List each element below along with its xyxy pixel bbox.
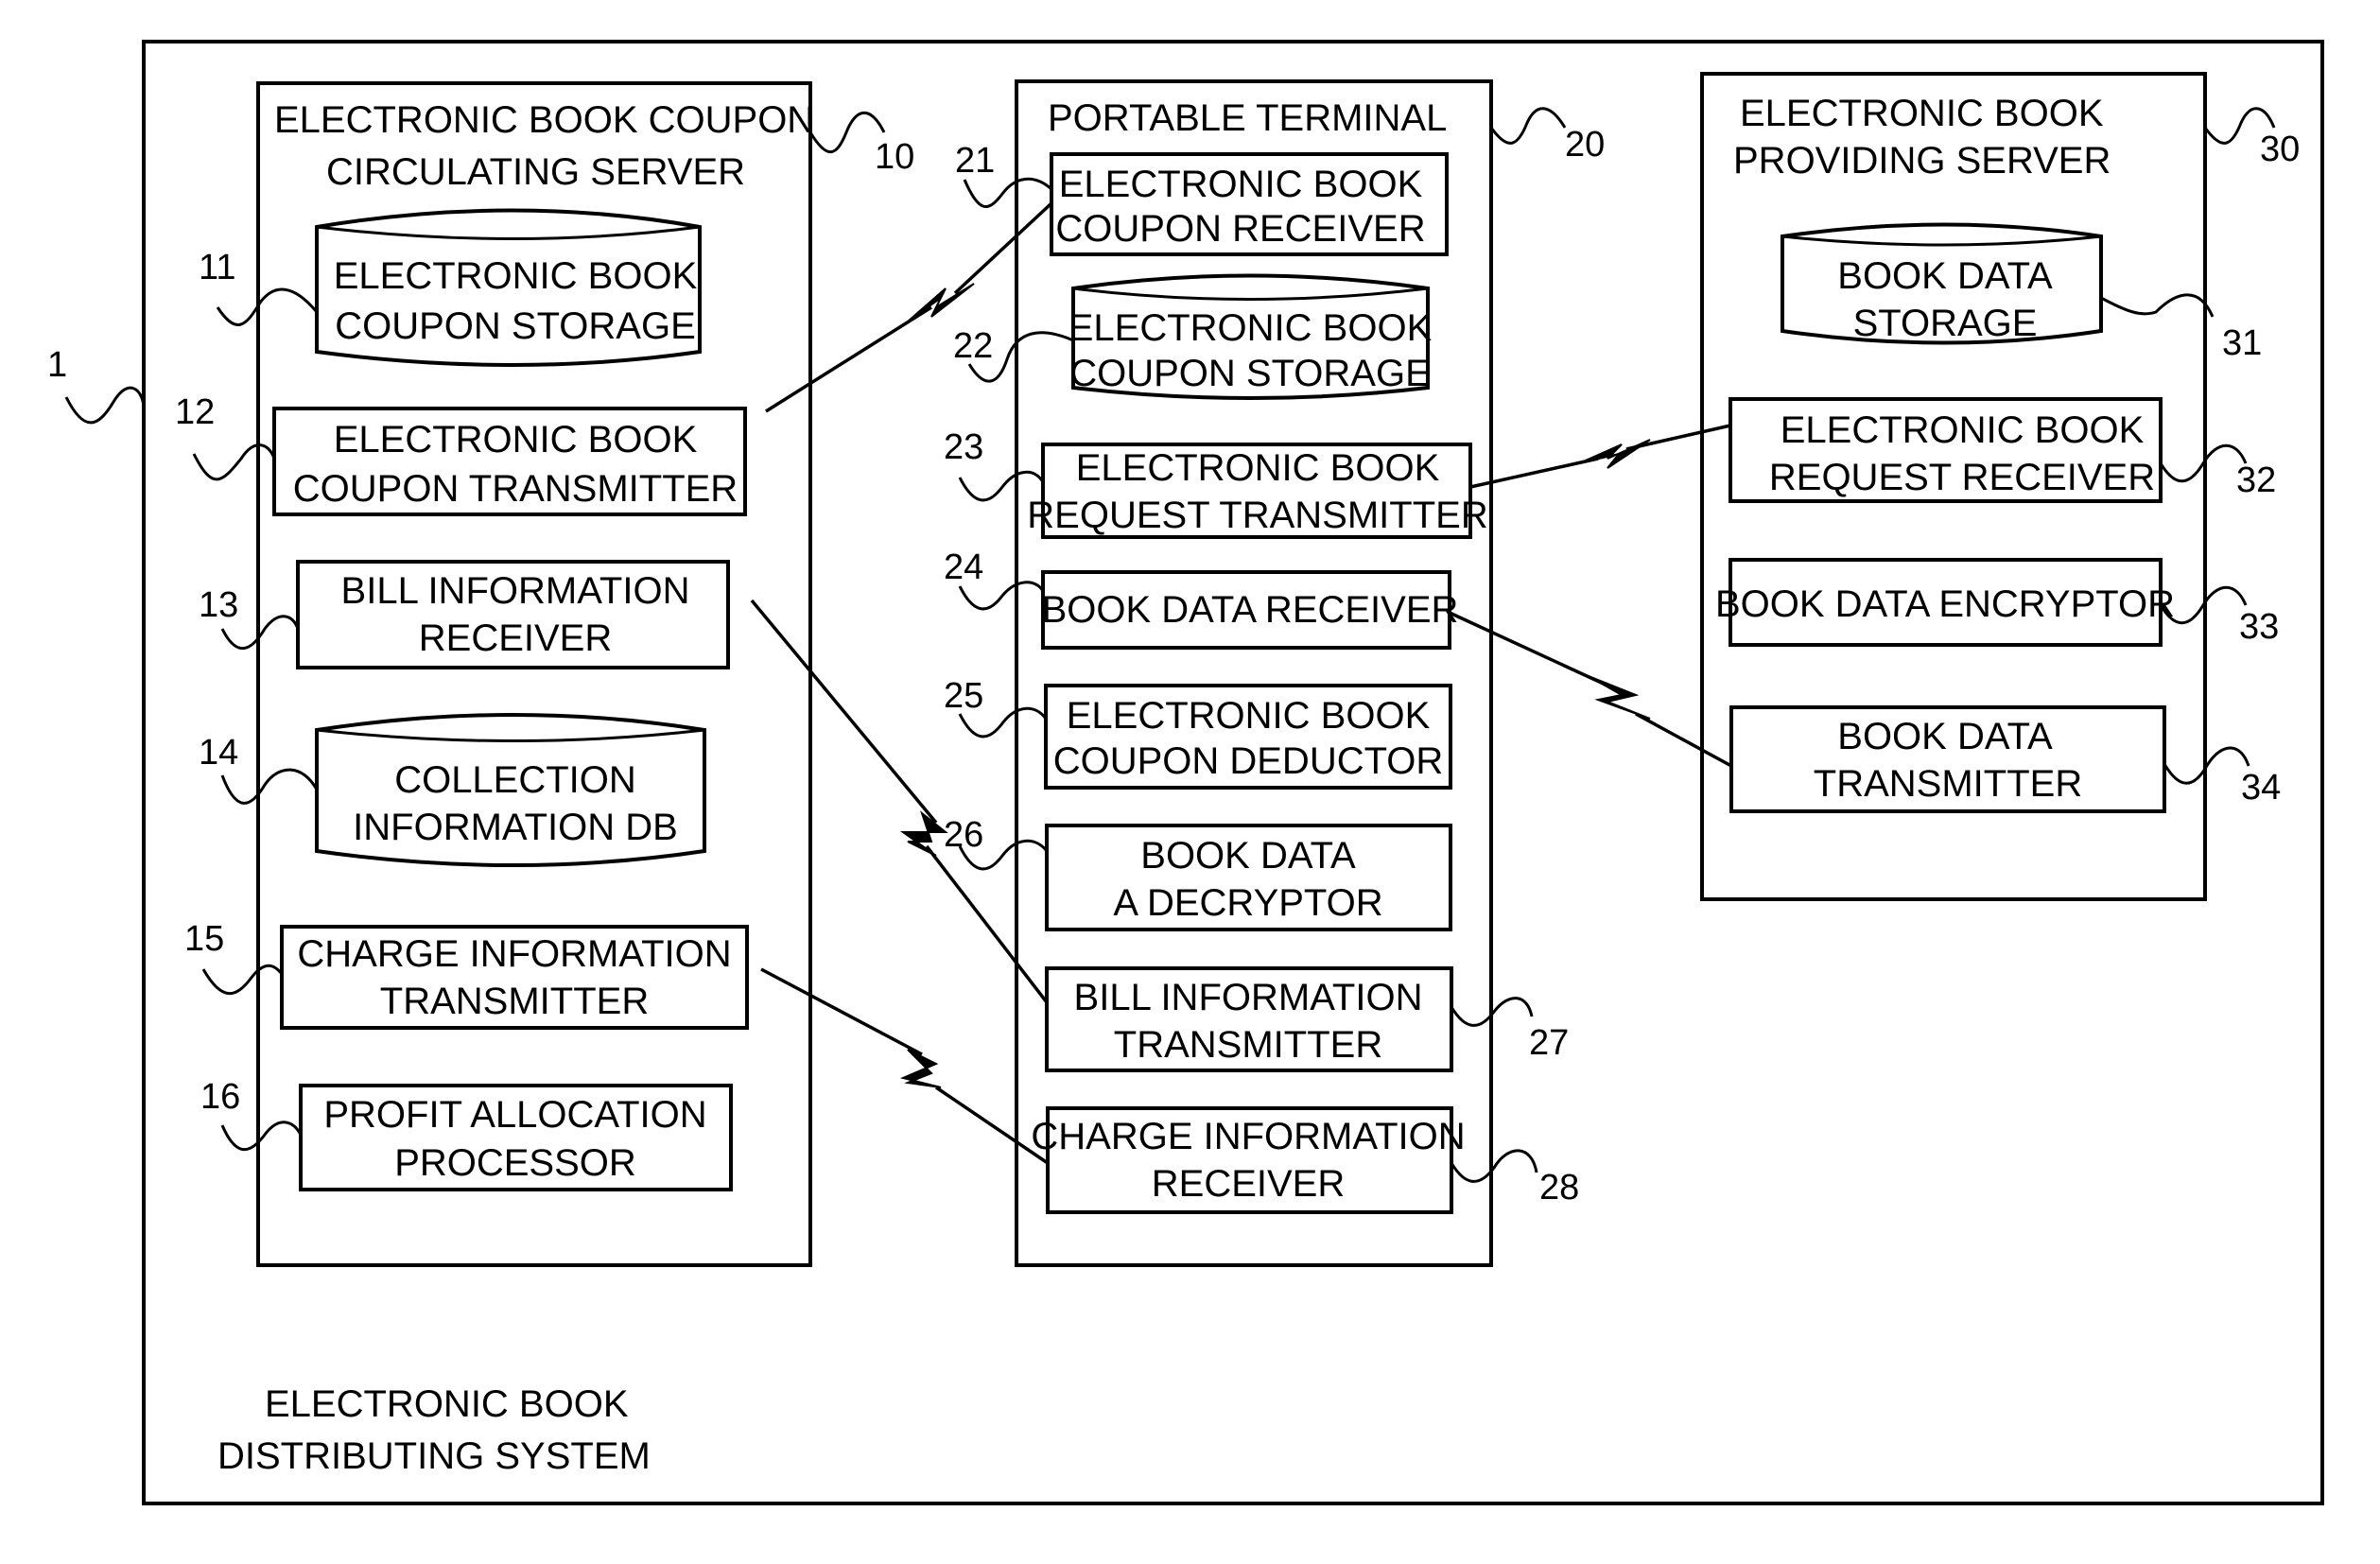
svg-text:CHARGE INFORMATION: CHARGE INFORMATION — [297, 933, 731, 975]
portable-terminal-title: PORTABLE TERMINAL — [1048, 97, 1447, 139]
ref-label-14: 14 — [199, 733, 238, 773]
wireless-link-23-32 — [1469, 424, 1731, 489]
block-27-bill-info-transmitter: BILL INFORMATION TRANSMITTER — [1045, 966, 1453, 1072]
block-25-coupon-deductor: ELECTRONIC BOOK COUPON DEDUCTOR — [1044, 684, 1452, 790]
svg-text:ELECTRONIC BOOK: ELECTRONIC BOOK — [1781, 409, 2145, 451]
ref-label-34: 34 — [2241, 768, 2281, 808]
ref-leader-1 — [64, 386, 146, 425]
storage-11-coupon-storage: ELECTRONIC BOOK COUPON STORAGE — [315, 208, 702, 367]
ref-label-27: 27 — [1529, 1023, 1569, 1063]
ref-label-33: 33 — [2239, 607, 2279, 647]
svg-text:TRANSMITTER: TRANSMITTER — [380, 981, 649, 1022]
storage-14-collection-db: COLLECTION INFORMATION DB — [315, 713, 706, 867]
block-12-coupon-transmitter: ELECTRONIC BOOK COUPON TRANSMITTER — [272, 407, 747, 516]
svg-text:REQUEST TRANSMITTER: REQUEST TRANSMITTER — [1027, 495, 1487, 536]
ref-label-12: 12 — [175, 392, 215, 432]
svg-text:INFORMATION DB: INFORMATION DB — [353, 807, 678, 848]
svg-text:RECEIVER: RECEIVER — [419, 617, 613, 659]
ref-label-30: 30 — [2260, 130, 2300, 169]
svg-text:REQUEST RECEIVER: REQUEST RECEIVER — [1769, 457, 2155, 498]
svg-text:ELECTRONIC BOOK: ELECTRONIC BOOK — [1059, 164, 1423, 205]
svg-text:CHARGE INFORMATION: CHARGE INFORMATION — [1031, 1116, 1465, 1157]
ref-leader-31 — [2100, 293, 2215, 318]
ref-label-24: 24 — [944, 547, 983, 587]
block-15-charge-info-transmitter: CHARGE INFORMATION TRANSMITTER — [280, 925, 749, 1030]
ref-leader-15 — [201, 964, 284, 996]
ref-label-23: 23 — [944, 427, 983, 467]
ref-label-1: 1 — [47, 345, 67, 385]
ref-label-20: 20 — [1565, 125, 1605, 165]
svg-text:A DECRYPTOR: A DECRYPTOR — [1113, 882, 1382, 924]
svg-text:BOOK DATA: BOOK DATA — [1837, 255, 2053, 297]
ref-leader-14 — [220, 768, 319, 805]
svg-text:ELECTRONIC BOOK: ELECTRONIC BOOK — [334, 419, 698, 461]
svg-text:ELECTRONIC BOOK: ELECTRONIC BOOK — [1067, 695, 1431, 737]
ref-leader-10 — [808, 111, 886, 154]
block-diagram: 1 ELECTRONIC BOOK DISTRIBUTING SYSTEM EL… — [47, 40, 2324, 1505]
system-caption-line2: DISTRIBUTING SYSTEM — [217, 1435, 651, 1477]
block-26-book-data-decryptor: BOOK DATA A DECRYPTOR — [1045, 824, 1452, 931]
ref-label-22: 22 — [953, 326, 993, 366]
ref-label-32: 32 — [2236, 461, 2276, 500]
svg-text:TRANSMITTER: TRANSMITTER — [1114, 1024, 1382, 1066]
svg-text:COUPON STORAGE: COUPON STORAGE — [335, 305, 696, 347]
ref-label-15: 15 — [184, 919, 224, 959]
svg-text:STORAGE: STORAGE — [1853, 303, 2038, 344]
ref-label-10: 10 — [875, 137, 914, 177]
svg-text:BILL INFORMATION: BILL INFORMATION — [1074, 977, 1423, 1018]
svg-text:COLLECTION: COLLECTION — [394, 759, 636, 801]
block-24-book-data-receiver: BOOK DATA RECEIVER — [1041, 570, 1459, 650]
ref-label-25: 25 — [944, 676, 983, 716]
svg-text:RECEIVER: RECEIVER — [1152, 1163, 1346, 1205]
ref-label-26: 26 — [944, 815, 983, 855]
storage-22-coupon-storage: ELECTRONIC BOOK COUPON STORAGE — [1068, 273, 1433, 400]
svg-text:ELECTRONIC BOOK: ELECTRONIC BOOK — [334, 255, 698, 297]
svg-text:COUPON DEDUCTOR: COUPON DEDUCTOR — [1053, 740, 1444, 782]
wireless-link-15-28 — [760, 967, 1049, 1165]
block-34-book-data-transmitter: BOOK DATA TRANSMITTER — [1729, 705, 2166, 813]
block-33-book-data-encryptor: BOOK DATA ENCRYPTOR — [1715, 558, 2175, 647]
svg-text:BILL INFORMATION: BILL INFORMATION — [341, 570, 690, 612]
ref-label-16: 16 — [200, 1077, 240, 1117]
ref-leader-11 — [216, 287, 319, 326]
svg-text:BOOK DATA RECEIVER: BOOK DATA RECEIVER — [1042, 589, 1459, 631]
svg-text:BOOK DATA: BOOK DATA — [1140, 835, 1356, 877]
block-32-request-receiver: ELECTRONIC BOOK REQUEST RECEIVER — [1729, 397, 2163, 503]
ref-label-28: 28 — [1539, 1168, 1579, 1208]
coupon-server-title-line2: CIRCULATING SERVER — [326, 151, 745, 193]
svg-text:PROFIT ALLOCATION: PROFIT ALLOCATION — [323, 1094, 706, 1136]
block-23-request-transmitter: ELECTRONIC BOOK REQUEST TRANSMITTER — [1027, 443, 1488, 539]
ref-leader-16 — [220, 1121, 303, 1152]
svg-text:ELECTRONIC BOOK: ELECTRONIC BOOK — [1076, 447, 1440, 489]
ref-label-21: 21 — [955, 141, 995, 181]
block-16-profit-allocation: PROFIT ALLOCATION PROCESSOR — [299, 1084, 733, 1191]
svg-text:BOOK DATA: BOOK DATA — [1837, 716, 2053, 757]
ref-label-11: 11 — [199, 248, 235, 287]
ref-label-31: 31 — [2222, 323, 2262, 363]
svg-text:COUPON RECEIVER: COUPON RECEIVER — [1055, 208, 1425, 250]
svg-text:BOOK DATA ENCRYPTOR: BOOK DATA ENCRYPTOR — [1715, 583, 2175, 625]
svg-text:PROCESSOR: PROCESSOR — [394, 1142, 636, 1184]
storage-31-book-data-storage: BOOK DATA STORAGE — [1781, 222, 2103, 345]
system-caption-line1: ELECTRONIC BOOK — [265, 1383, 629, 1425]
svg-text:COUPON STORAGE: COUPON STORAGE — [1069, 353, 1431, 394]
ref-leader-21 — [963, 177, 1052, 208]
portable-terminal-frame — [1015, 79, 1493, 1267]
coupon-server-title-line1: ELECTRONIC BOOK COUPON — [274, 99, 814, 141]
ref-label-13: 13 — [199, 585, 238, 625]
block-21-coupon-receiver: ELECTRONIC BOOK COUPON RECEIVER — [1050, 152, 1449, 256]
providing-server-title-line2: PROVIDING SERVER — [1733, 140, 2111, 182]
ref-leader-20 — [1489, 107, 1567, 145]
block-28-charge-info-receiver: CHARGE INFORMATION RECEIVER — [1031, 1106, 1466, 1214]
wireless-link-13-27 — [750, 599, 1049, 1004]
ref-leader-12 — [192, 443, 276, 481]
block-13-bill-info-receiver: BILL INFORMATION RECEIVER — [296, 560, 730, 669]
providing-server-title-line1: ELECTRONIC BOOK — [1740, 93, 2104, 134]
svg-text:ELECTRONIC BOOK: ELECTRONIC BOOK — [1068, 307, 1433, 349]
svg-text:TRANSMITTER: TRANSMITTER — [1814, 763, 2082, 805]
svg-text:COUPON TRANSMITTER: COUPON TRANSMITTER — [293, 468, 738, 510]
